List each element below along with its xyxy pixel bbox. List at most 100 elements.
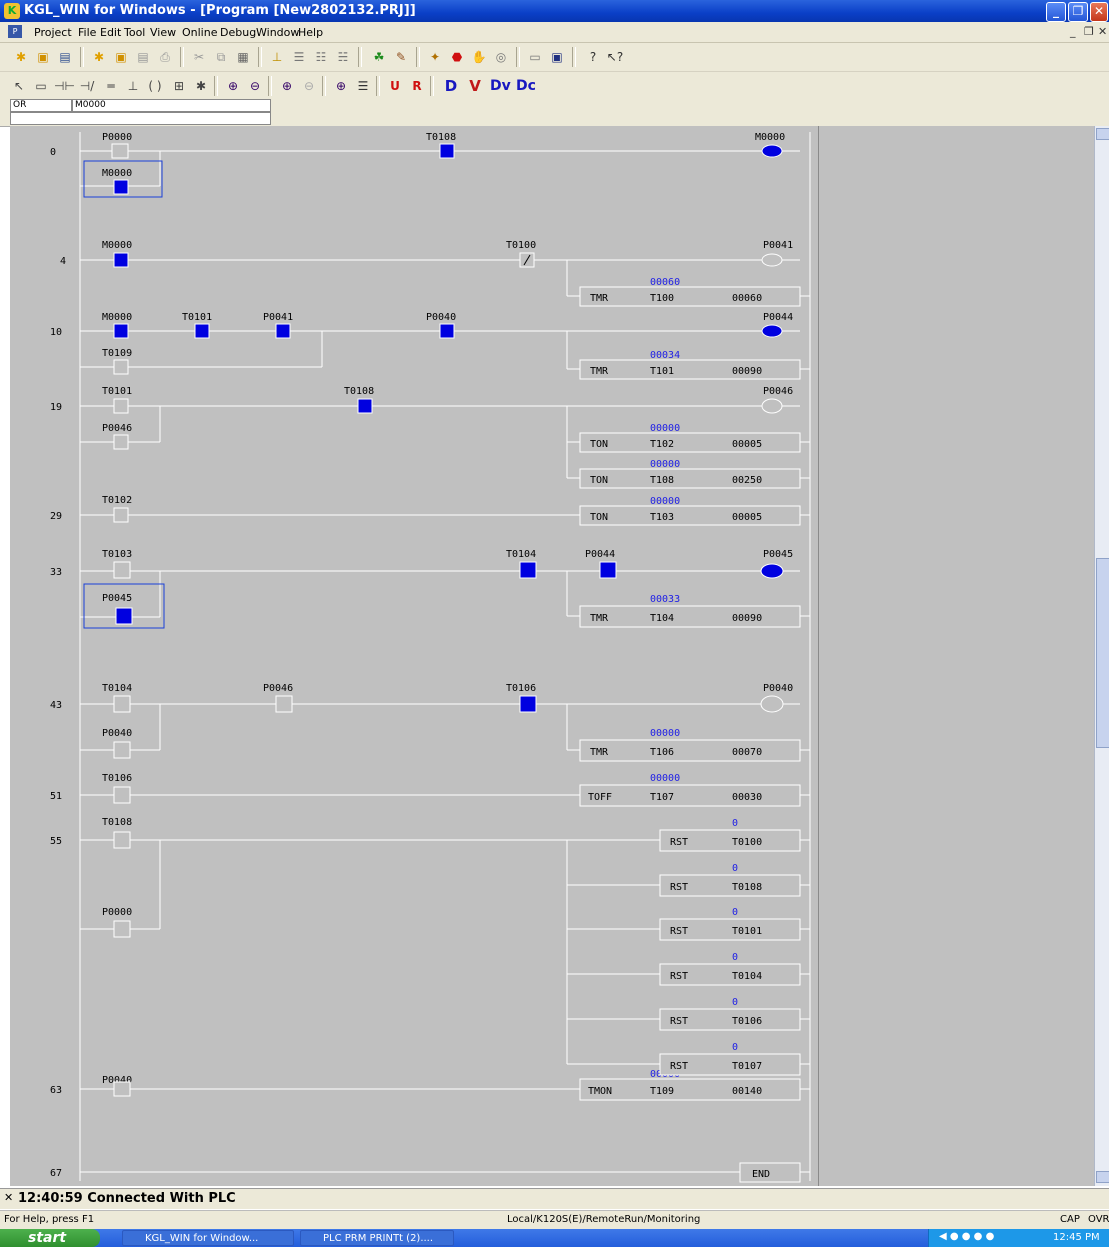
reset-block-t0101[interactable]: RST T0101 0 — [659, 907, 801, 941]
contact-m0000[interactable] — [113, 252, 129, 268]
list-icon[interactable]: ☰ — [354, 77, 372, 95]
new-program-icon[interactable]: ✱ — [90, 48, 108, 66]
tray-icons[interactable]: ◀ ● ● ● ● — [939, 1231, 994, 1242]
contact-p0046[interactable] — [275, 695, 293, 713]
reset-block-t0100[interactable]: RST T0100 0 — [659, 818, 801, 852]
taskbar-item-print[interactable]: PLC PRM PRINTt (2).... — [300, 1230, 454, 1246]
contact-t0104[interactable] — [519, 561, 537, 579]
contact-t0101[interactable] — [194, 323, 210, 339]
coil-p0040[interactable] — [760, 695, 784, 713]
variable-view-icon[interactable]: ☷ — [312, 48, 330, 66]
contact-p0046[interactable] — [113, 434, 129, 450]
coil-p0045[interactable] — [760, 563, 784, 579]
comment-view-icon[interactable]: ☵ — [334, 48, 352, 66]
menu-tool[interactable]: Tool — [124, 26, 145, 39]
instruction-operand-field[interactable]: M0000 — [72, 99, 271, 112]
contact-p0045[interactable] — [115, 607, 133, 625]
ladder-diagram[interactable]: 0 4 10 19 29 33 43 51 55 63 67 P0000 T01… — [10, 126, 1095, 1186]
context-help-icon[interactable]: ↖? — [606, 48, 624, 66]
zoom-reset-icon[interactable]: ⊖ — [300, 77, 318, 95]
timer-block-t104[interactable]: TMR T104 00090 00033 — [579, 594, 801, 628]
vertical-scrollbar[interactable] — [1094, 126, 1109, 1186]
timer-block-t100[interactable]: TMR T100 00060 00060 — [579, 277, 801, 307]
contact-p0041[interactable] — [275, 323, 291, 339]
function-block-icon[interactable]: ⊞ — [170, 77, 188, 95]
save-program-icon[interactable]: ▤ — [134, 48, 152, 66]
scroll-up-icon[interactable] — [1096, 128, 1109, 140]
mdi-minimize-button[interactable]: _ — [1070, 25, 1076, 38]
open-project-icon[interactable]: ▣ — [34, 48, 52, 66]
mdi-close-button[interactable]: ✕ — [1098, 25, 1107, 38]
menu-edit[interactable]: Edit — [100, 26, 121, 39]
vertical-line-icon[interactable]: ⊥ — [124, 77, 142, 95]
device-v-icon[interactable]: V — [466, 77, 484, 95]
close-message-icon[interactable]: ✕ — [4, 1191, 13, 1204]
contact-p0040[interactable] — [113, 1081, 131, 1097]
reset-block-t0107[interactable]: RST T0107 0 — [659, 1042, 801, 1076]
device-dv-icon[interactable]: Dv — [490, 77, 511, 95]
contact-t0104[interactable] — [113, 695, 131, 713]
start-button[interactable]: start — [0, 1229, 100, 1247]
restore-button[interactable]: ❐ — [1068, 2, 1088, 22]
coil-p0046[interactable] — [761, 398, 783, 414]
menu-file[interactable]: File — [78, 26, 96, 39]
contact-m0000[interactable] — [113, 179, 129, 195]
debug-icon[interactable]: ◎ — [492, 48, 510, 66]
contact-t0102[interactable] — [113, 507, 129, 523]
instruction-mode-field[interactable]: OR — [10, 99, 72, 112]
end-block[interactable]: END — [739, 1162, 801, 1183]
contact-t0108[interactable] — [357, 398, 373, 414]
menu-online[interactable]: Online — [182, 26, 217, 39]
timer-block-t103[interactable]: TON T103 00005 00000 — [579, 496, 801, 526]
find-icon[interactable]: ⊕ — [332, 77, 350, 95]
copy-icon[interactable]: ⧉ — [212, 48, 230, 66]
help-icon[interactable]: ? — [584, 48, 602, 66]
contact-t0101[interactable] — [113, 398, 129, 414]
contact-t0108[interactable] — [113, 831, 131, 849]
menu-project[interactable]: Project — [34, 26, 72, 39]
contact-p0044[interactable] — [599, 561, 617, 579]
screen-icon[interactable]: ▣ — [548, 48, 566, 66]
new-project-icon[interactable]: ✱ — [12, 48, 30, 66]
reset-block-t0106[interactable]: RST T0106 0 — [659, 997, 801, 1031]
timer-block-t108[interactable]: TON T108 00250 00000 — [579, 459, 801, 489]
zoom-out-icon[interactable]: ⊖ — [246, 77, 264, 95]
print-icon[interactable]: ⎙ — [156, 48, 174, 66]
contact-no-icon[interactable]: ⊣⊢ — [54, 77, 75, 95]
contact-t0106[interactable] — [113, 786, 131, 804]
timer-block-t101[interactable]: TMR T101 00090 00034 — [579, 350, 801, 380]
not-icon[interactable]: ✱ — [192, 77, 210, 95]
stop-icon[interactable]: ⬣ — [448, 48, 466, 66]
reset-block-t0108[interactable]: RST T0108 0 — [659, 863, 801, 897]
instruction-comment-field[interactable] — [10, 112, 271, 125]
connect-icon[interactable]: ☘ — [370, 48, 388, 66]
coil-p0041[interactable] — [761, 253, 783, 267]
contact-p0040[interactable] — [439, 323, 455, 339]
open-program-icon[interactable]: ▣ — [112, 48, 130, 66]
close-button[interactable]: ✕ — [1090, 2, 1108, 22]
contact-p0040[interactable] — [113, 741, 131, 759]
minimize-button[interactable]: _ — [1046, 2, 1066, 22]
mdi-restore-button[interactable]: ❐ — [1084, 25, 1094, 38]
monitor-icon[interactable]: ▭ — [526, 48, 544, 66]
zoom-in-icon[interactable]: ⊕ — [224, 77, 242, 95]
ladder-view-icon[interactable]: ⊥ — [268, 48, 286, 66]
pause-icon[interactable]: ✋ — [470, 48, 488, 66]
save-project-icon[interactable]: ▤ — [56, 48, 74, 66]
cut-icon[interactable]: ✂ — [190, 48, 208, 66]
zoom-fit-icon[interactable]: ⊕ — [278, 77, 296, 95]
coil-icon[interactable]: ( ) — [146, 77, 164, 95]
scroll-down-icon[interactable] — [1096, 1171, 1109, 1183]
redo-r-icon[interactable]: R — [408, 77, 426, 95]
paste-icon[interactable]: ▦ — [234, 48, 252, 66]
menu-window[interactable]: Window — [256, 26, 299, 39]
timer-block-t107[interactable]: TOFF T107 00030 00000 — [579, 773, 801, 807]
menu-help[interactable]: Help — [298, 26, 323, 39]
contact-m0000[interactable] — [113, 323, 129, 339]
contact-nc-icon[interactable]: ⊣/⊢ — [78, 77, 96, 111]
mnemonic-view-icon[interactable]: ☰ — [290, 48, 308, 66]
contact-p0000[interactable] — [111, 143, 129, 159]
timer-block-t102[interactable]: TON T102 00005 00000 — [579, 423, 801, 453]
line-tool-icon[interactable]: ▭ — [32, 77, 50, 95]
taskbar-item-kglwin[interactable]: KGL_WIN for Window... — [122, 1230, 294, 1246]
